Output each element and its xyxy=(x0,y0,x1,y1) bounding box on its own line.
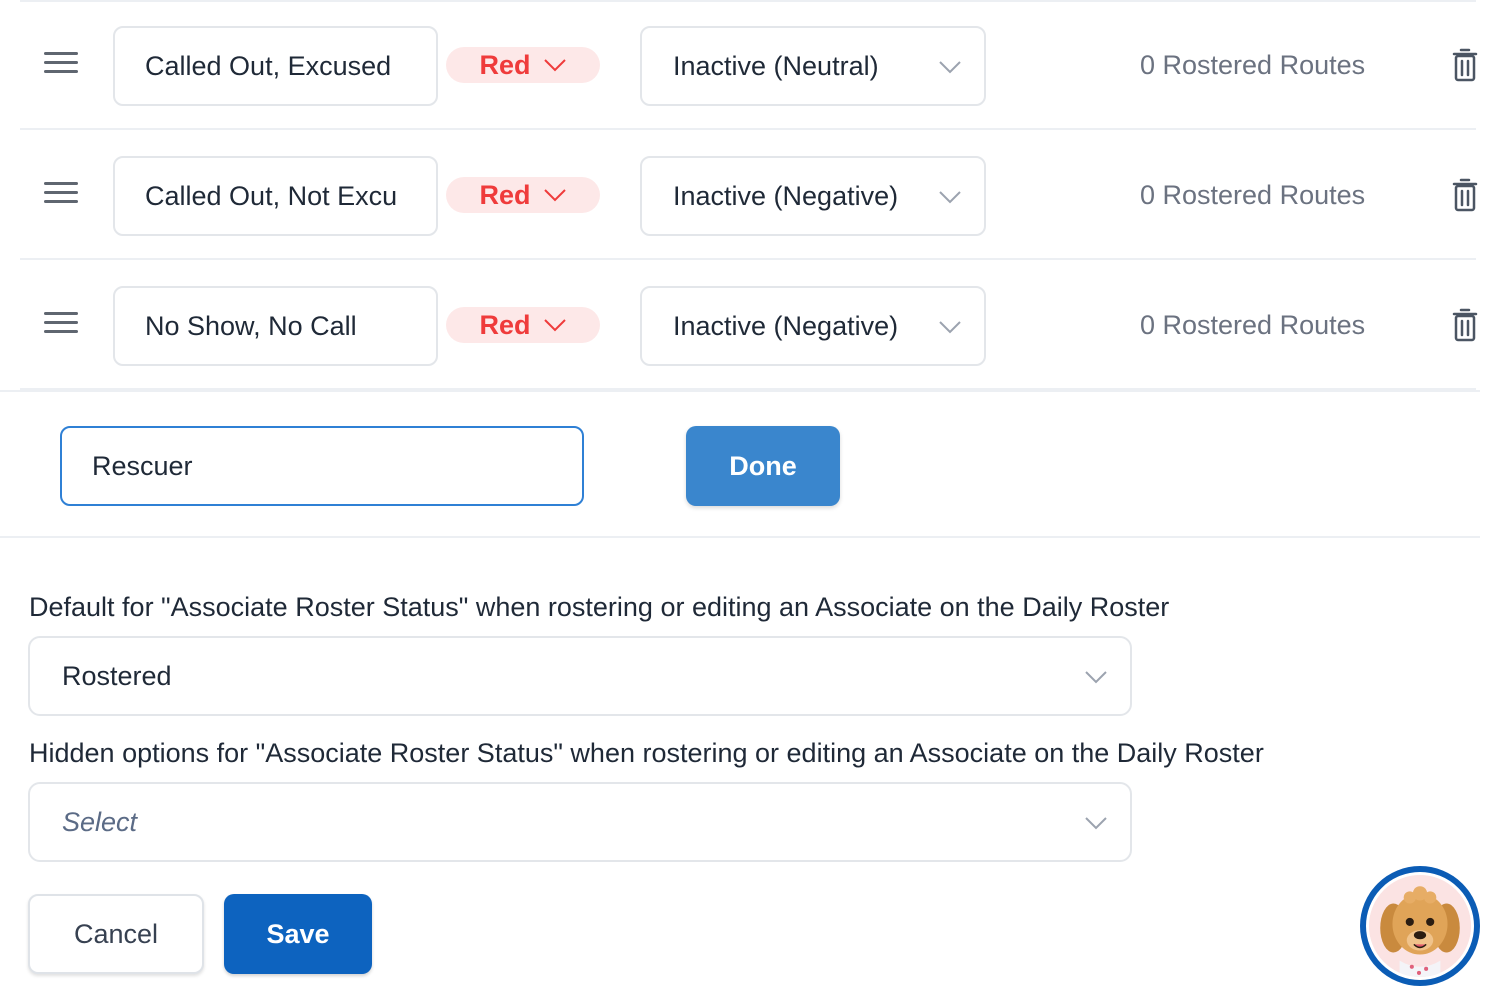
done-button[interactable]: Done xyxy=(686,426,840,506)
hidden-options-label: Hidden options for "Associate Roster Sta… xyxy=(29,738,1264,768)
hidden-options-placeholder: Select xyxy=(62,806,138,837)
color-label: Red xyxy=(479,49,531,80)
drag-handle-icon[interactable] xyxy=(44,52,78,78)
trash-icon[interactable] xyxy=(1452,307,1478,343)
state-value: Inactive (Negative) xyxy=(673,310,899,341)
status-name-input[interactable] xyxy=(113,26,438,106)
chevron-down-icon xyxy=(543,59,566,72)
drag-handle-icon[interactable] xyxy=(44,182,78,208)
avatar-image xyxy=(1366,872,1474,980)
trash-icon[interactable] xyxy=(1452,177,1478,213)
state-select[interactable]: Inactive (Negative) xyxy=(640,156,986,236)
rostered-routes-count: 0 Rostered Routes xyxy=(1140,50,1366,80)
state-select[interactable]: Inactive (Negative) xyxy=(640,286,986,366)
dog-face-icon xyxy=(1369,875,1471,977)
rostered-routes-count: 0 Rostered Routes xyxy=(1140,180,1366,210)
roster-status-settings: Red Inactive (Neutral) 0 Rostered Routes… xyxy=(0,0,1500,1006)
state-value: Inactive (Negative) xyxy=(673,180,899,211)
default-status-label: Default for "Associate Roster Status" wh… xyxy=(29,592,1170,622)
status-row: Red Inactive (Negative) 0 Rostered Route… xyxy=(20,130,1478,260)
color-label: Red xyxy=(479,179,531,210)
trash-icon[interactable] xyxy=(1452,47,1478,83)
state-value: Inactive (Neutral) xyxy=(673,50,879,81)
chevron-down-icon xyxy=(939,321,961,334)
hidden-options-select[interactable]: Select xyxy=(28,782,1132,862)
new-status-input[interactable] xyxy=(60,426,584,506)
status-name-input[interactable] xyxy=(113,286,438,366)
default-status-select[interactable]: Rostered xyxy=(28,636,1132,716)
add-status-area: Done xyxy=(0,390,1480,538)
status-row: Red Inactive (Negative) 0 Rostered Route… xyxy=(20,260,1478,390)
status-row: Red Inactive (Neutral) 0 Rostered Routes xyxy=(20,0,1478,130)
drag-handle-icon[interactable] xyxy=(44,312,78,338)
color-dropdown[interactable]: Red xyxy=(446,307,600,343)
chevron-down-icon xyxy=(1085,817,1107,830)
cancel-button[interactable]: Cancel xyxy=(28,894,204,974)
dog-avatar-icon[interactable] xyxy=(1360,866,1480,986)
chevron-down-icon xyxy=(1085,671,1107,684)
state-select[interactable]: Inactive (Neutral) xyxy=(640,26,986,106)
default-status-value: Rostered xyxy=(62,660,172,691)
chevron-down-icon xyxy=(939,61,961,74)
chevron-down-icon xyxy=(543,319,566,332)
color-dropdown[interactable]: Red xyxy=(446,47,600,83)
chevron-down-icon xyxy=(543,189,566,202)
color-dropdown[interactable]: Red xyxy=(446,177,600,213)
rostered-routes-count: 0 Rostered Routes xyxy=(1140,310,1366,340)
chevron-down-icon xyxy=(939,191,961,204)
save-button[interactable]: Save xyxy=(224,894,372,974)
status-name-input[interactable] xyxy=(113,156,438,236)
color-label: Red xyxy=(479,309,531,340)
